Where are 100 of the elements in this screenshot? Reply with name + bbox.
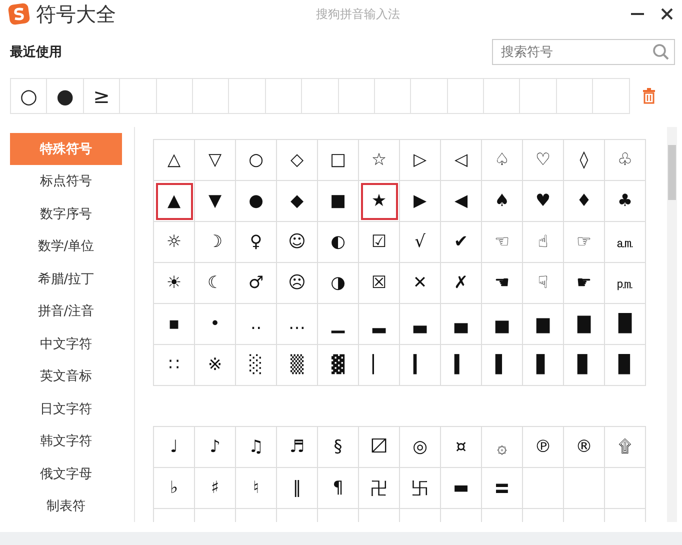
- symbol-cell[interactable]: ♧: [605, 140, 646, 181]
- symbol-cell[interactable]: ۞: [482, 427, 523, 468]
- symbol-cell[interactable]: ♮: [236, 468, 277, 509]
- symbol-cell[interactable]: ▲: [154, 181, 195, 222]
- symbol-cell[interactable]: ◆: [277, 181, 318, 222]
- symbol-cell[interactable]: ◊: [564, 140, 605, 181]
- symbol-cell[interactable]: 〓: [482, 468, 523, 509]
- symbol-cell[interactable]: 卐: [400, 468, 441, 509]
- symbol-cell[interactable]: ▄: [441, 304, 482, 345]
- symbol-cell[interactable]: ▃: [400, 304, 441, 345]
- symbol-cell[interactable]: ☀: [154, 263, 195, 304]
- category-tab[interactable]: 英文音标: [10, 360, 122, 392]
- symbol-cell[interactable]: ۩: [605, 427, 646, 468]
- symbol-cell[interactable]: ▷: [400, 140, 441, 181]
- symbol-cell[interactable]: ◎: [400, 427, 441, 468]
- symbol-cell[interactable]: ♂: [236, 263, 277, 304]
- symbol-cell[interactable]: ▏: [359, 345, 400, 386]
- symbol-cell[interactable]: ▋: [523, 345, 564, 386]
- symbol-cell[interactable]: ℗: [523, 427, 564, 468]
- symbol-cell[interactable]: ▓: [318, 345, 359, 386]
- symbol-cell[interactable]: ▎: [400, 345, 441, 386]
- symbol-cell[interactable]: ▒: [277, 345, 318, 386]
- symbol-cell[interactable]: ■: [318, 181, 359, 222]
- symbol-cell[interactable]: ▇: [564, 304, 605, 345]
- symbol-cell[interactable]: ✗: [441, 263, 482, 304]
- symbol-cell[interactable]: ♀: [236, 222, 277, 263]
- category-tab[interactable]: 标点符号: [10, 166, 122, 197]
- symbol-cell[interactable]: ♩: [154, 427, 195, 468]
- symbol-cell[interactable]: ◑: [318, 263, 359, 304]
- category-tab[interactable]: 中文字符: [10, 328, 122, 360]
- symbol-cell[interactable]: ▁: [318, 304, 359, 345]
- symbol-cell[interactable]: ▌: [482, 345, 523, 386]
- category-tab[interactable]: 希腊/拉丁: [10, 263, 122, 294]
- category-tab[interactable]: 拼音/注音: [10, 296, 122, 327]
- symbol-cell[interactable]: ☺: [277, 222, 318, 263]
- search-field[interactable]: 搜索符号: [492, 39, 675, 65]
- symbol-cell[interactable]: ●: [236, 181, 277, 222]
- symbol-cell[interactable]: ☜: [482, 222, 523, 263]
- symbol-cell[interactable]: ♪: [195, 427, 236, 468]
- symbol-cell[interactable]: ☼: [154, 222, 195, 263]
- symbol-cell[interactable]: ♠: [482, 181, 523, 222]
- symbol-cell[interactable]: ♯: [195, 468, 236, 509]
- symbol-cell[interactable]: ☛: [564, 263, 605, 304]
- symbol-cell[interactable]: █: [605, 304, 646, 345]
- symbol-cell[interactable]: ▶: [400, 181, 441, 222]
- symbol-cell[interactable]: ☟: [523, 263, 564, 304]
- symbol-cell[interactable]: ㏘: [605, 263, 646, 304]
- symbol-cell[interactable]: ‥: [236, 304, 277, 345]
- symbol-cell[interactable]: ☑: [359, 222, 400, 263]
- symbol-cell[interactable]: ░: [236, 345, 277, 386]
- symbol-cell[interactable]: ♫: [236, 427, 277, 468]
- scrollbar[interactable]: [667, 127, 677, 522]
- category-tab[interactable]: 韩文字符: [10, 426, 122, 457]
- symbol-cell[interactable]: ▅: [482, 304, 523, 345]
- symbol-cell[interactable]: ☝: [523, 222, 564, 263]
- symbol-cell[interactable]: ☆: [359, 140, 400, 181]
- symbol-cell[interactable]: ㏂: [605, 222, 646, 263]
- symbol-cell[interactable]: ✔: [441, 222, 482, 263]
- symbol-cell[interactable]: ▆: [523, 304, 564, 345]
- symbol-cell[interactable]: ○: [236, 140, 277, 181]
- symbol-cell[interactable]: ∷: [154, 345, 195, 386]
- symbol-cell[interactable]: ☞: [564, 222, 605, 263]
- symbol-cell[interactable]: ◇: [277, 140, 318, 181]
- symbol-cell[interactable]: ☽: [195, 222, 236, 263]
- symbol-cell[interactable]: ☾: [195, 263, 236, 304]
- symbol-cell[interactable]: ◀: [441, 181, 482, 222]
- symbol-cell[interactable]: ♤: [482, 140, 523, 181]
- symbol-cell[interactable]: ▍: [441, 345, 482, 386]
- symbol-cell[interactable]: ▬: [441, 468, 482, 509]
- symbol-cell[interactable]: ☒: [359, 263, 400, 304]
- symbol-cell[interactable]: 〼: [359, 427, 400, 468]
- category-tab[interactable]: 俄文字母: [10, 458, 122, 490]
- category-tab[interactable]: 数学/单位: [10, 230, 122, 262]
- symbol-cell[interactable]: •: [195, 304, 236, 345]
- symbol-cell[interactable]: ®: [564, 427, 605, 468]
- symbol-cell[interactable]: ‖: [277, 468, 318, 509]
- symbol-cell[interactable]: ♦: [564, 181, 605, 222]
- symbol-cell[interactable]: □: [318, 140, 359, 181]
- category-tab[interactable]: 制表符: [10, 490, 122, 522]
- symbol-cell[interactable]: ▪: [154, 304, 195, 345]
- symbol-cell[interactable]: ♭: [154, 468, 195, 509]
- symbol-cell[interactable]: √: [400, 222, 441, 263]
- category-tab[interactable]: 数字序号: [10, 198, 122, 230]
- symbol-cell[interactable]: ☚: [482, 263, 523, 304]
- symbol-cell[interactable]: ▊: [564, 345, 605, 386]
- category-tab[interactable]: 日文字符: [10, 393, 122, 424]
- symbol-cell[interactable]: ▂: [359, 304, 400, 345]
- symbol-cell[interactable]: ¶: [318, 468, 359, 509]
- symbol-cell[interactable]: §: [318, 427, 359, 468]
- symbol-cell[interactable]: ※: [195, 345, 236, 386]
- symbol-cell[interactable]: 卍: [359, 468, 400, 509]
- symbol-cell[interactable]: △: [154, 140, 195, 181]
- symbol-cell[interactable]: ◐: [318, 222, 359, 263]
- symbol-cell[interactable]: ♬: [277, 427, 318, 468]
- symbol-cell[interactable]: ♥: [523, 181, 564, 222]
- symbol-cell[interactable]: ☹: [277, 263, 318, 304]
- symbol-cell[interactable]: ♡: [523, 140, 564, 181]
- symbol-cell[interactable]: ▉: [605, 345, 646, 386]
- symbol-cell[interactable]: ◁: [441, 140, 482, 181]
- trash-icon[interactable]: [642, 88, 656, 104]
